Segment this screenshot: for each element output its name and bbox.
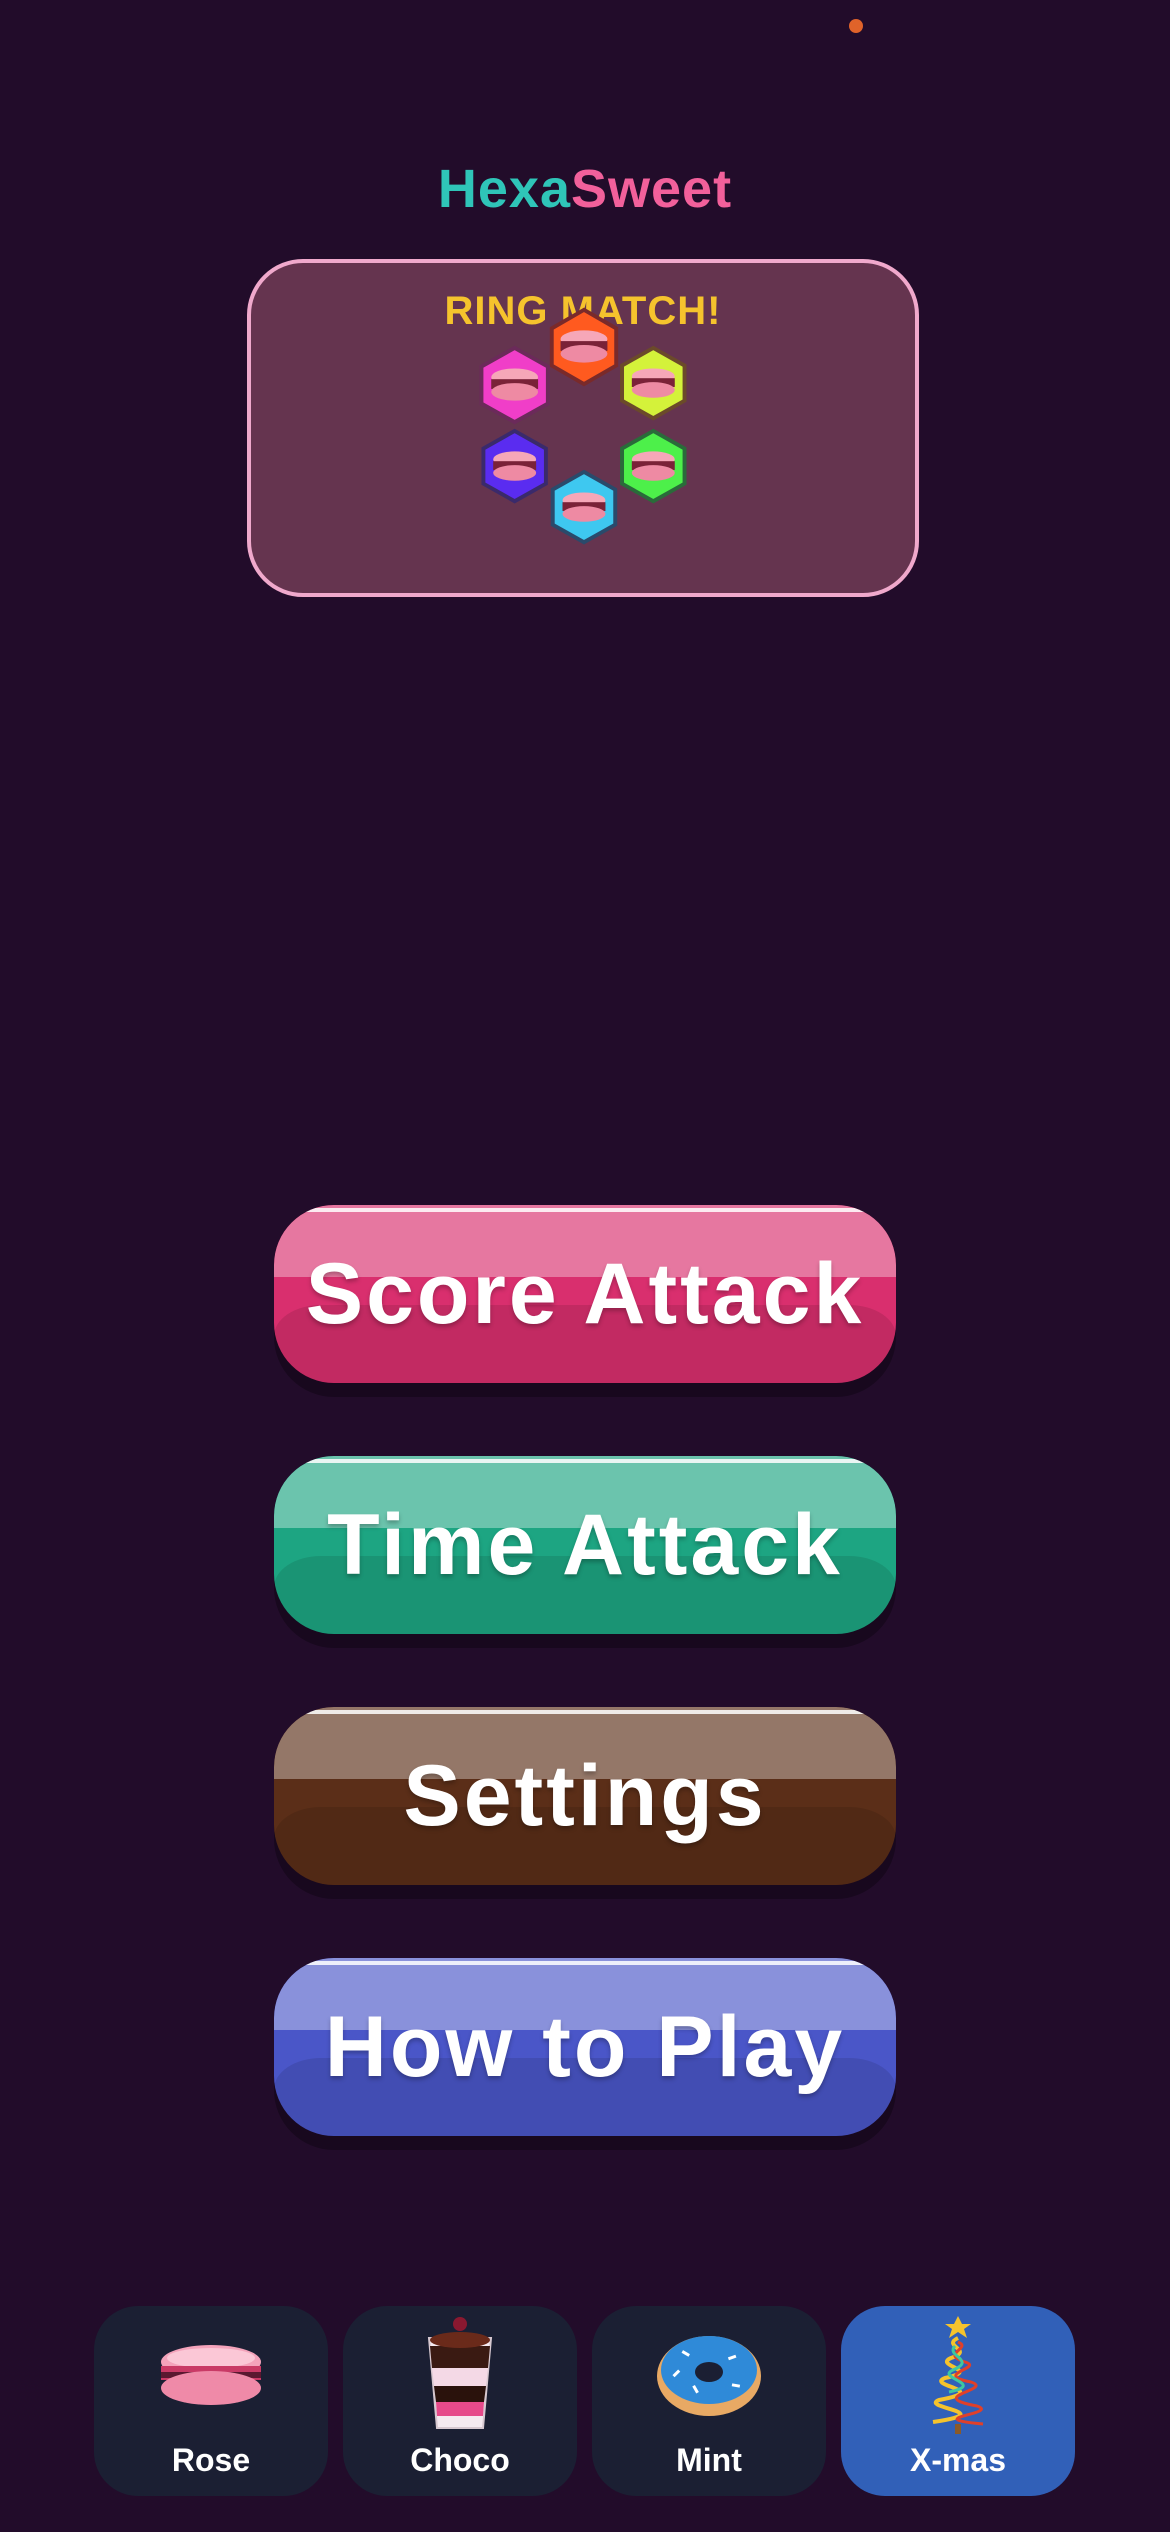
theme-label-mint: Mint [676, 2442, 742, 2478]
theme-tile-mint[interactable]: Mint [592, 2306, 826, 2496]
status-indicator-dot [849, 19, 863, 33]
how-to-play-label: How to Play [324, 1998, 846, 2095]
hex-tile-upper-right [620, 345, 687, 421]
hex-tile-top [549, 307, 619, 387]
macaron-icon [493, 451, 537, 481]
time-attack-label: Time Attack [327, 1496, 843, 1593]
theme-tile-xmas[interactable]: X-mas [841, 2306, 1075, 2496]
donut-icon [657, 2336, 761, 2416]
title-part-hexa: Hexa [437, 159, 571, 219]
theme-selector: Rose Choco Mint X-mas [94, 2306, 1076, 2496]
theme-label-choco: Choco [410, 2442, 510, 2478]
macaron-icon [161, 2345, 261, 2405]
hex-ring-illustration [479, 307, 687, 545]
macaron-icon [560, 330, 608, 363]
macaron-icon [631, 451, 675, 481]
time-attack-button[interactable]: Time Attack [274, 1456, 896, 1634]
macaron-icon [562, 492, 606, 522]
parfait-icon [427, 2317, 493, 2429]
hex-tile-upper-left [479, 345, 550, 425]
theme-label-xmas: X-mas [909, 2442, 1007, 2478]
mode-preview-card: RING MATCH! [247, 259, 919, 597]
title-part-sweet: Sweet [571, 159, 733, 219]
score-attack-label: Score Attack [305, 1245, 865, 1342]
hex-tile-lower-left [481, 428, 548, 504]
macaron-icon [491, 368, 539, 401]
christmas-tree-icon [932, 2316, 984, 2434]
settings-label: Settings [403, 1747, 767, 1844]
main-menu-screen: HexaSweet RING MATCH! Score Attack Time … [0, 0, 1170, 2532]
theme-label-rose: Rose [171, 2442, 251, 2478]
theme-tile-choco[interactable]: Choco [343, 2306, 577, 2496]
settings-button[interactable]: Settings [274, 1707, 896, 1885]
how-to-play-button[interactable]: How to Play [274, 1958, 896, 2136]
macaron-icon [631, 368, 675, 398]
theme-tile-rose[interactable]: Rose [94, 2306, 328, 2496]
score-attack-button[interactable]: Score Attack [274, 1205, 896, 1383]
hex-tile-bottom [550, 469, 618, 545]
game-title: HexaSweet [0, 158, 1170, 220]
hex-tile-lower-right [620, 428, 687, 504]
